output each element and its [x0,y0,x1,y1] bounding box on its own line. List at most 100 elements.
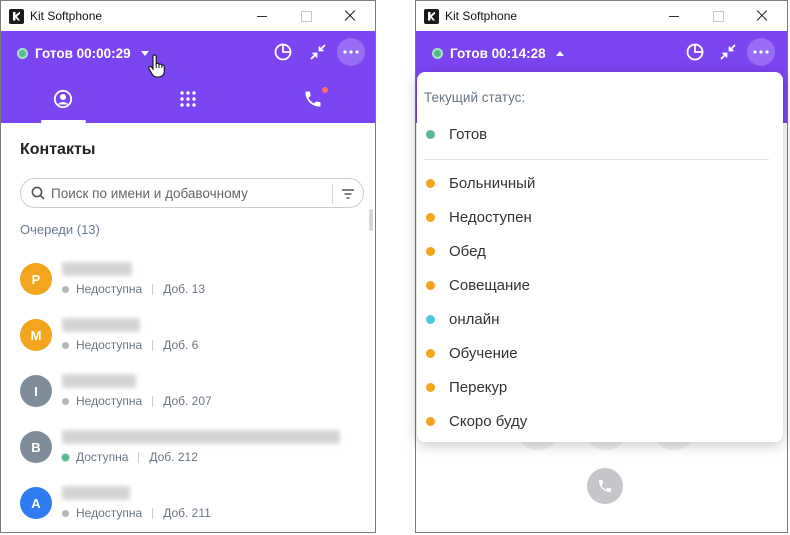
avatar: M [20,319,52,351]
minimize-button[interactable] [651,1,697,31]
status-option[interactable]: Совещание [424,268,783,302]
status-selector[interactable]: Готов 00:14:28 [416,31,787,75]
status-option[interactable]: Обед [424,234,783,268]
softphone-header: Готов 00:00:29 [1,31,375,123]
presence-status: Недоступна [76,282,143,296]
contact-info: Недоступна Доб. 211 [62,486,211,520]
notification-dot [322,87,329,93]
status-text: Готов 00:00:29 [35,45,131,61]
status-text: Готов 00:14:28 [450,45,546,61]
status-option-label: Больничный [449,174,536,192]
pie-chart-icon [274,43,292,61]
extension: Доб. 6 [163,338,199,352]
contact-name-redacted [62,262,132,276]
status-selector[interactable]: Готов 00:00:29 [1,31,375,75]
contact-name-redacted [62,318,140,332]
statistics-button[interactable] [681,38,709,66]
avatar: I [20,375,52,407]
separator [152,507,154,519]
phone-icon [599,480,611,492]
avatar: A [20,487,52,519]
status-option-label: Совещание [449,276,531,294]
contact-row[interactable]: I Недоступна Доб. 207 [20,363,362,419]
contact-info: Недоступна Доб. 207 [62,374,212,408]
app-logo-icon [424,8,439,24]
status-dot [426,178,435,188]
extension: Доб. 211 [163,506,211,520]
avatar: B [20,431,52,463]
queues-link[interactable]: Очереди (13) [20,222,362,237]
statistics-button[interactable] [269,38,297,66]
divider [424,159,769,160]
status-option[interactable]: Больничный [424,166,783,200]
contact-info: Недоступна Доб. 6 [62,318,198,352]
status-dot [426,246,435,256]
status-dot [426,129,435,139]
tab-dialpad[interactable] [126,75,251,123]
status-dot [432,47,443,59]
main-tabs [1,75,375,123]
contact-name-redacted [62,374,136,388]
hand-cursor-icon [148,54,165,78]
status-dot [426,280,435,290]
status-dot [426,212,435,222]
window-title: Kit Softphone [30,9,103,23]
dialpad-icon [180,91,196,107]
status-option-label: Готов [449,125,488,143]
contact-row[interactable]: B Доступна Доб. 212 [20,419,362,475]
contact-row[interactable]: A Недоступна Доб. 211 [20,475,362,531]
contacts-panel: Контакты Очереди (13) P Недоступна Доб. 13… [1,123,375,531]
close-button[interactable] [327,1,373,31]
pie-chart-icon [686,43,704,61]
call-history-icon [305,91,321,107]
presence-dot [62,285,69,293]
title-bar: Kit Softphone [1,1,375,31]
search-box [20,178,364,208]
status-dot [426,348,435,358]
minimize-button[interactable] [239,1,285,31]
status-dot [426,314,435,324]
call-button[interactable] [587,468,623,504]
minimize-view-button[interactable] [714,38,742,66]
title-bar: Kit Softphone [416,1,787,31]
avatar: P [20,263,52,295]
chevron-up-icon[interactable] [555,50,564,56]
filter-button[interactable] [341,187,355,205]
status-option-label: Недоступен [449,208,532,226]
contacts-icon [54,89,73,109]
extension: Доб. 212 [149,450,198,464]
contact-name-redacted [62,430,340,444]
more-icon [753,50,769,54]
contact-meta: Недоступна Доб. 13 [62,282,205,296]
close-button[interactable] [739,1,785,31]
more-options-button[interactable] [747,38,775,66]
more-options-button[interactable] [337,38,365,66]
maximize-button[interactable] [283,1,329,31]
search-input[interactable] [51,185,321,201]
status-option[interactable]: Обучение [424,336,783,370]
status-dropdown: Текущий статус: Готов Больничный Недоступ… [417,72,783,442]
minimize-view-button[interactable] [304,38,332,66]
status-option[interactable]: Недоступен [424,200,783,234]
status-option-current[interactable]: Готов [424,117,783,151]
status-option[interactable]: Перекур [424,370,783,404]
window-title: Kit Softphone [445,9,518,23]
tab-calls[interactable] [250,75,375,123]
presence-dot [62,509,69,517]
contact-row[interactable]: M Недоступна Доб. 6 [20,307,362,363]
tab-contacts[interactable] [1,75,126,123]
contact-info: Доступна Доб. 212 [62,430,340,464]
separator [152,395,154,407]
status-option[interactable]: онлайн [424,302,783,336]
status-dot [426,416,435,426]
status-option[interactable]: Скоро буду [424,404,783,438]
separator [152,339,154,351]
scrollbar[interactable] [369,209,373,231]
maximize-button[interactable] [695,1,741,31]
contact-list: P Недоступна Доб. 13 M Недоступна Доб. 6 I Недо… [20,251,362,531]
status-option-label: Обед [449,242,486,260]
status-option-label: Скоро буду [449,412,528,430]
presence-dot [62,453,69,461]
status-dot [426,382,435,392]
contact-row[interactable]: P Недоступна Доб. 13 [20,251,362,307]
